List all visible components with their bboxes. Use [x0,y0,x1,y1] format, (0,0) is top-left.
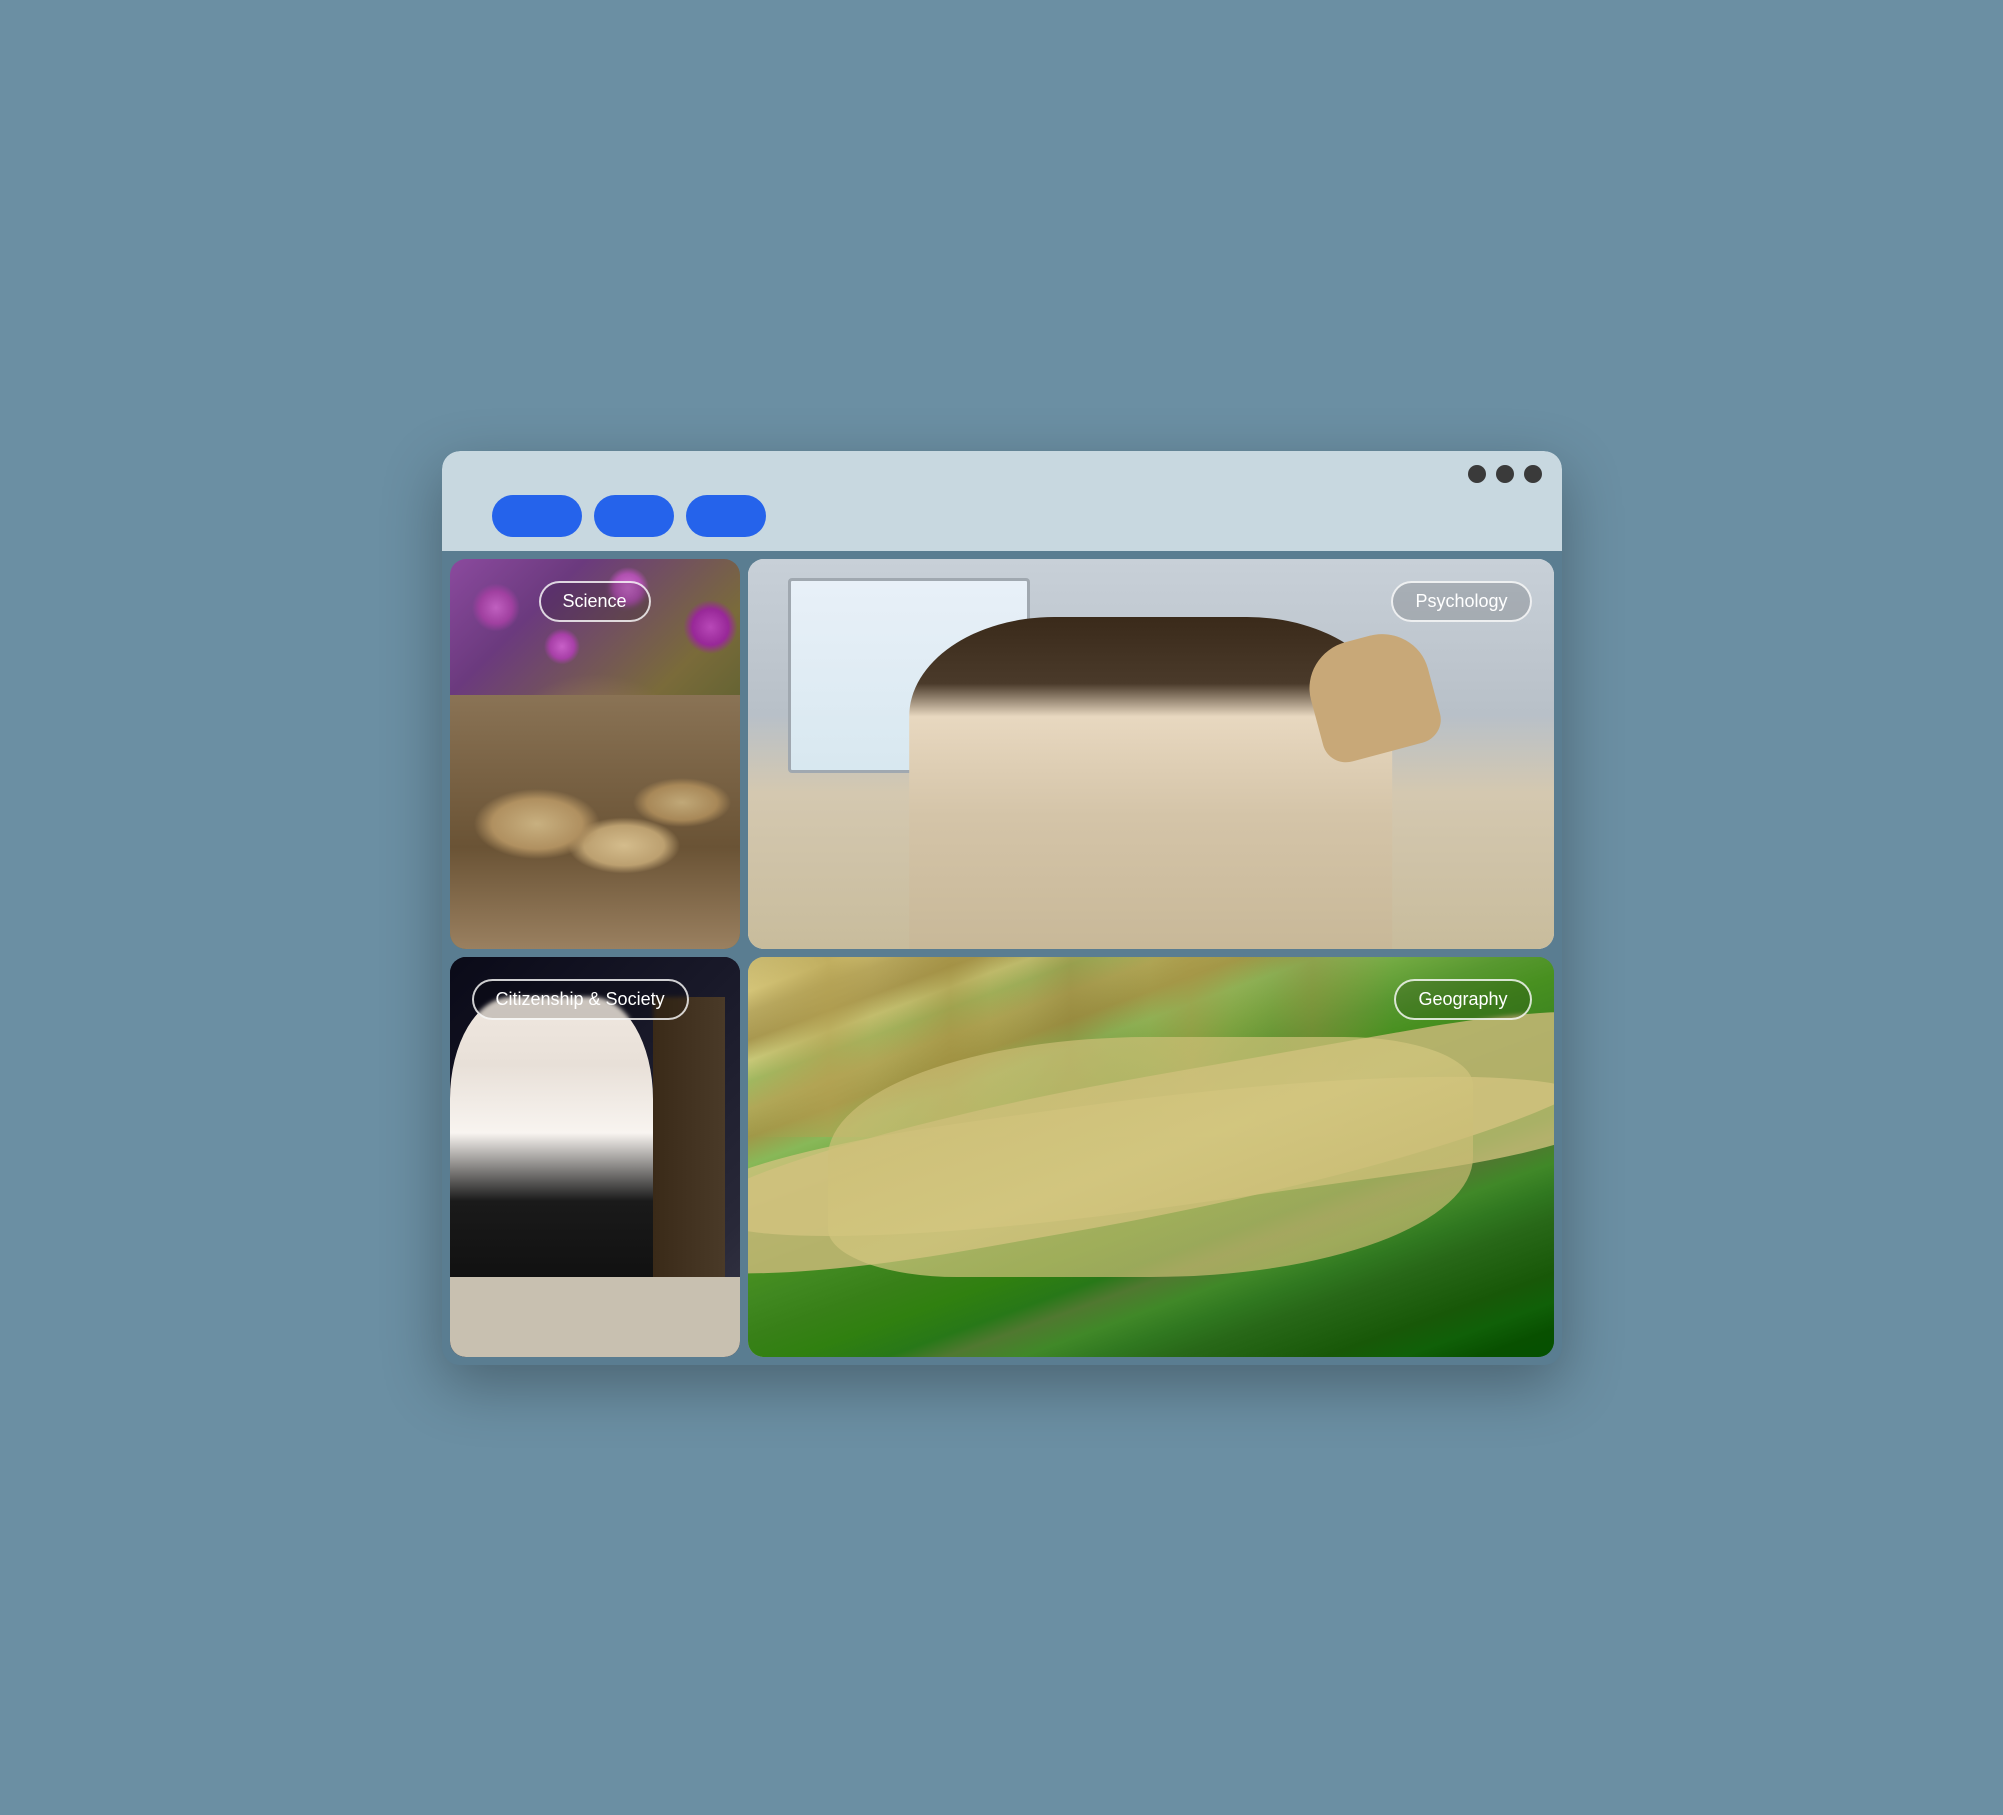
psychology-label: Psychology [1391,581,1531,622]
browser-content: Science Psychology [442,551,1562,1365]
nav-pills [462,495,1542,551]
traffic-light-1[interactable] [1468,465,1486,483]
citizenship-desk [450,1277,740,1357]
citizenship-label: Citizenship & Society [472,979,689,1020]
geography-label: Geography [1394,979,1531,1020]
cards-grid: Science Psychology [442,551,1562,1365]
card-psychology[interactable]: Psychology [748,559,1554,949]
browser-window: Science Psychology [442,451,1562,1365]
card-geography[interactable]: Geography [748,957,1554,1357]
nav-pill-3[interactable] [686,495,766,537]
science-label: Science [538,581,650,622]
nav-pill-2[interactable] [594,495,674,537]
card-citizenship[interactable]: Citizenship & Society [450,957,740,1357]
traffic-light-3[interactable] [1524,465,1542,483]
card-science[interactable]: Science [450,559,740,949]
browser-chrome [442,451,1562,551]
science-leaves [450,695,740,910]
nav-pill-1[interactable] [492,495,582,537]
citizenship-shelves [653,997,726,1277]
traffic-light-2[interactable] [1496,465,1514,483]
traffic-lights [462,465,1542,495]
